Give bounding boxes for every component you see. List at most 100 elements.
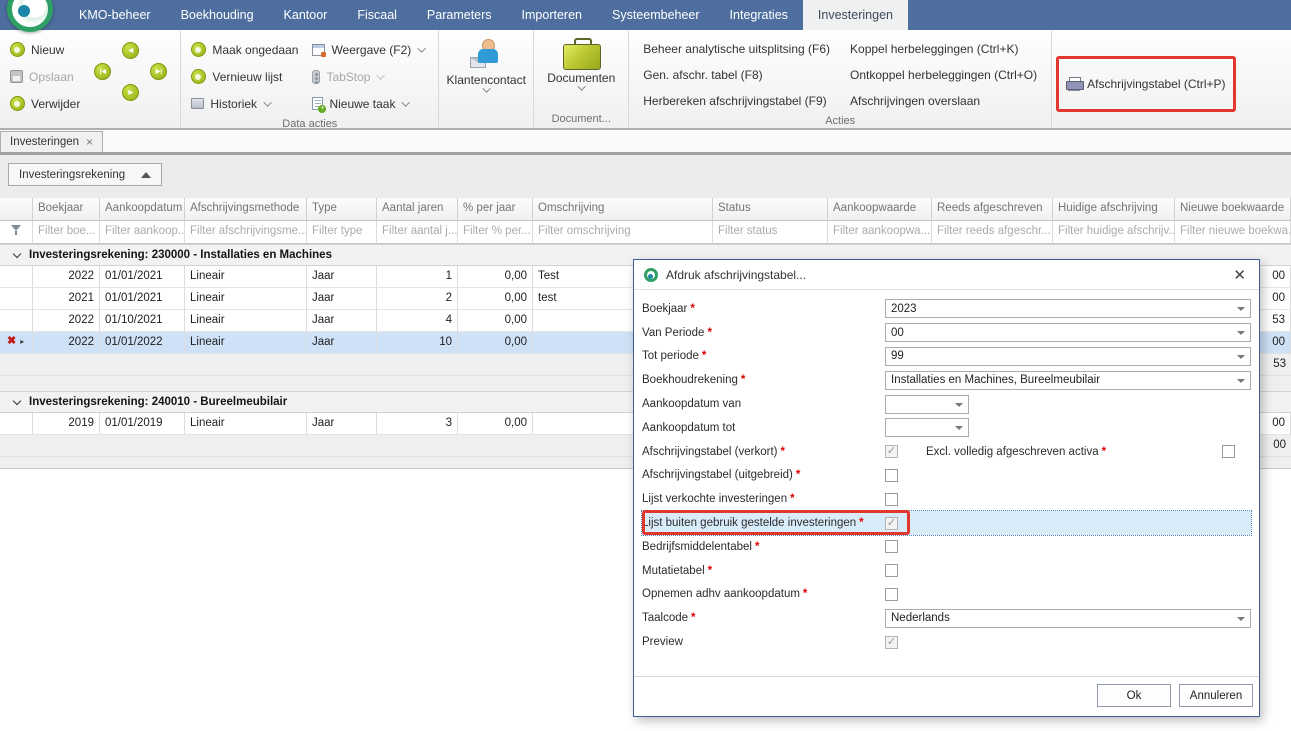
checkbox-afschrijvingstabel-verkort[interactable]: ✓ <box>885 445 898 458</box>
column-header-type[interactable]: Type <box>307 198 377 221</box>
menu-item-kantoor[interactable]: Kantoor <box>269 0 343 30</box>
group-caption-empty <box>443 112 529 128</box>
ok-button[interactable]: Ok <box>1097 684 1171 707</box>
filter-cell-aankoopwaarde[interactable]: Filter aankoopwa... <box>828 221 932 244</box>
column-header-afschrijvingsmethode[interactable]: Afschrijvingsmethode <box>185 198 307 221</box>
first-record-icon[interactable]: |◀ <box>94 63 111 80</box>
checkbox-lijst-buiten-gebruik-gestelde-investeringen[interactable]: ✓ <box>885 517 898 530</box>
column-header-omschrijving[interactable]: Omschrijving <box>533 198 713 221</box>
filter-cell-huidige-afschrijving[interactable]: Filter huidige afschrijv... <box>1053 221 1175 244</box>
checkbox-preview[interactable]: ✓ <box>885 636 898 649</box>
group-caption-data-acties: Data acties <box>185 117 434 131</box>
combo-value: Installaties en Machines, Bureelmeubilai… <box>891 374 1100 386</box>
tab-investeringen[interactable]: Investeringen × <box>0 131 103 152</box>
checkbox-lijst-verkochte-investeringen[interactable] <box>885 493 898 506</box>
cell-aantal-jaren: 2 <box>377 288 458 310</box>
column-header-boekjaar[interactable]: Boekjaar <box>33 198 100 221</box>
checkbox-excl-volledig-afgeschreven-activa[interactable] <box>1222 445 1235 458</box>
cell-aantal-jaren: 4 <box>377 310 458 332</box>
filter-cell-per-jaar[interactable]: Filter % per... <box>458 221 533 244</box>
menu-item-boekhouding[interactable]: Boekhouding <box>166 0 269 30</box>
combo-taalcode[interactable]: Nederlands <box>885 609 1251 628</box>
filter-cell-aankoopdatum[interactable]: Filter aankoop... <box>100 221 185 244</box>
column-header-aantal-jaren[interactable]: Aantal jaren <box>377 198 458 221</box>
field-label-boekjaar: Boekjaar* <box>642 303 885 315</box>
column-header-reeds-afgeschreven[interactable]: Reeds afgeschreven <box>932 198 1053 221</box>
menu-item-investeringen[interactable]: Investeringen <box>803 0 908 30</box>
combo-van-periode[interactable]: 00 <box>885 323 1251 342</box>
filter-cell-nieuwe-boekwaarde[interactable]: Filter nieuwe boekwa... <box>1175 221 1291 244</box>
checkbox-opnemen-adhv-aankoopdatum[interactable] <box>885 588 898 601</box>
afschrijvingstabel-button[interactable]: Afschrijvingstabel (Ctrl+P) <box>1087 77 1225 91</box>
menu-item-importeren[interactable]: Importeren <box>507 0 597 30</box>
filter-cell-type[interactable]: Filter type <box>307 221 377 244</box>
klantencontact-button[interactable]: Klantencontact <box>443 32 529 112</box>
checkbox-bedrijfsmiddelentabel[interactable] <box>885 540 898 553</box>
field-label-excl-volledig-afgeschreven-activa: Excl. volledig afgeschreven activa* <box>926 446 1106 458</box>
tabstop-button[interactable]: TabStop <box>306 63 434 90</box>
column-header-per-jaar[interactable]: % per jaar <box>458 198 533 221</box>
combo-boekjaar[interactable]: 2023 <box>885 299 1251 318</box>
cell-afschrijvingsmethode: Lineair <box>185 288 307 310</box>
verwijder-label: Verwijder <box>31 97 80 111</box>
action-button-beheer-analytische-uitsplitsing-f6[interactable]: Beheer analytische uitsplitsing (F6) <box>633 36 840 62</box>
dialog-row-lijst-verkochte-investeringen: Lijst verkochte investeringen* <box>642 487 1251 511</box>
historiek-button[interactable]: Historiek <box>185 90 306 117</box>
combo-aankoopdatum-tot[interactable] <box>885 418 969 437</box>
annuleren-button[interactable]: Annuleren <box>1179 684 1253 707</box>
combo-tot-periode[interactable]: 99 <box>885 347 1251 366</box>
weergave-button[interactable]: Weergave (F2) <box>306 36 434 63</box>
maak-ongedaan-button[interactable]: Maak ongedaan <box>185 36 306 63</box>
cell-type: Jaar <box>307 266 377 288</box>
filter-cell-aantal-jaren[interactable]: Filter aantal j... <box>377 221 458 244</box>
documenten-button[interactable]: Documenten <box>538 32 624 112</box>
filter-cell-boekjaar[interactable]: Filter boe... <box>33 221 100 244</box>
filter-cell-omschrijving[interactable]: Filter omschrijving <box>533 221 713 244</box>
checkbox-afschrijvingstabel-uitgebreid[interactable] <box>885 469 898 482</box>
menu-item-fiscaal[interactable]: Fiscaal <box>342 0 412 30</box>
verwijder-button[interactable]: Verwijder <box>4 90 88 117</box>
ribbon-group-acties: Beheer analytische uitsplitsing (F6)Gen.… <box>629 30 1052 128</box>
nieuw-button[interactable]: Nieuw <box>4 36 88 63</box>
checkbox-mutatietabel[interactable] <box>885 564 898 577</box>
action-button-gen-afschr-tabel-f8[interactable]: Gen. afschr. tabel (F8) <box>633 62 840 88</box>
column-header-aankoopwaarde[interactable]: Aankoopwaarde <box>828 198 932 221</box>
column-header-selector[interactable] <box>0 198 33 221</box>
tabstop-icon <box>312 70 320 84</box>
field-label-tot-periode: Tot periode* <box>642 350 885 362</box>
combo-aankoopdatum-van[interactable] <box>885 395 969 414</box>
chevron-down-icon <box>1237 355 1245 359</box>
next-record-icon[interactable]: ▶ <box>122 84 139 101</box>
column-header-status[interactable]: Status <box>713 198 828 221</box>
group-caption-document: Document... <box>538 112 624 128</box>
action-button-koppel-herbeleggingen-ctrl-k[interactable]: Koppel herbeleggingen (Ctrl+K) <box>840 36 1047 62</box>
dialog-row-bedrijfsmiddelentabel: Bedrijfsmiddelentabel* <box>642 535 1251 559</box>
combo-boekhoudrekening[interactable]: Installaties en Machines, Bureelmeubilai… <box>885 371 1251 390</box>
filter-cell-reeds-afgeschreven[interactable]: Filter reeds afgeschr... <box>932 221 1053 244</box>
filter-cell-status[interactable]: Filter status <box>713 221 828 244</box>
menu-item-parameters[interactable]: Parameters <box>412 0 507 30</box>
previous-record-icon[interactable]: ◀ <box>122 42 139 59</box>
filter-cell-icon[interactable] <box>0 221 33 244</box>
vernieuw-lijst-button[interactable]: Vernieuw lijst <box>185 63 306 90</box>
last-record-icon[interactable]: ▶| <box>150 63 167 80</box>
dialog-close-icon[interactable]: ✕ <box>1230 266 1249 284</box>
opslaan-button[interactable]: Opslaan <box>4 63 88 90</box>
menu-item-integraties[interactable]: Integraties <box>715 0 803 30</box>
action-button-afschrijvingen-overslaan[interactable]: Afschrijvingen overslaan <box>840 88 1047 114</box>
menu-item-systeembeheer[interactable]: Systeembeheer <box>597 0 715 30</box>
column-header-aankoopdatum[interactable]: Aankoopdatum <box>100 198 185 221</box>
column-header-huidige-afschrijving[interactable]: Huidige afschrijving <box>1053 198 1175 221</box>
field-label-taalcode: Taalcode* <box>642 612 885 624</box>
required-asterisk: * <box>1102 446 1106 458</box>
menu-item-kmo-beheer[interactable]: KMO-beheer <box>64 0 166 30</box>
view-icon <box>312 44 325 56</box>
action-button-herbereken-afschrijvingstabel-f9[interactable]: Herbereken afschrijvingstabel (F9) <box>633 88 840 114</box>
tab-close-icon[interactable]: × <box>86 135 93 149</box>
groupby-investeringsrekening[interactable]: Investeringsrekening <box>8 163 162 186</box>
nieuwe-taak-button[interactable]: Nieuwe taak <box>306 90 434 117</box>
action-button-ontkoppel-herbeleggingen-ctrl-o[interactable]: Ontkoppel herbeleggingen (Ctrl+O) <box>840 62 1047 88</box>
filter-cell-afschrijvingsmethode[interactable]: Filter afschrijvingsme... <box>185 221 307 244</box>
column-header-nieuwe-boekwaarde[interactable]: Nieuwe boekwaarde <box>1175 198 1291 221</box>
app-logo-icon <box>644 268 658 282</box>
